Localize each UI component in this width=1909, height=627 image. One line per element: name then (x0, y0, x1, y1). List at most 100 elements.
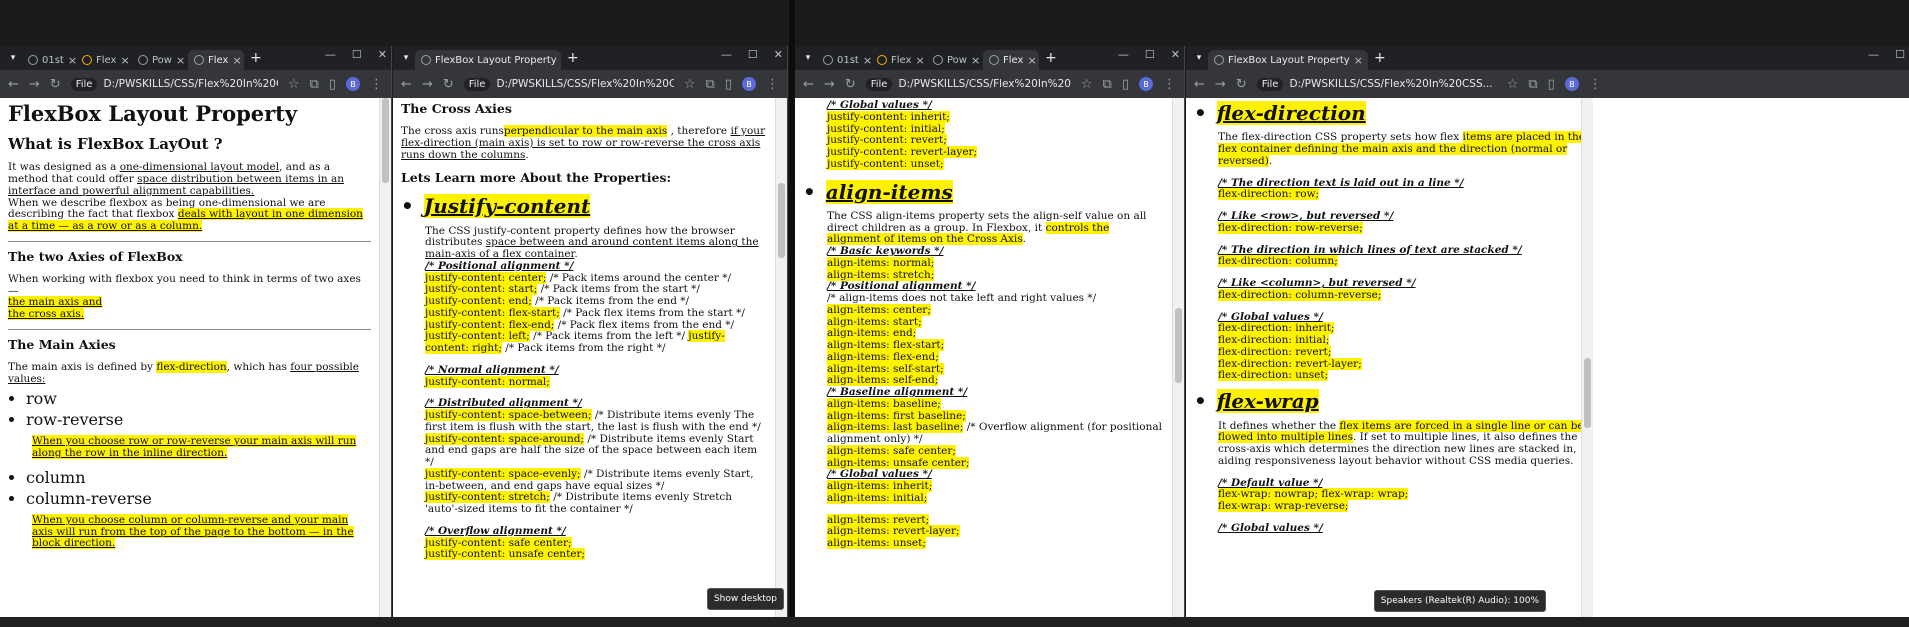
file-chip[interactable]: File (463, 77, 491, 91)
bookmark-star-icon[interactable]: ☆ (1081, 77, 1093, 92)
file-chip[interactable]: File (1256, 77, 1284, 91)
tab-2[interactable]: Flex × (871, 50, 927, 70)
browser-window-3: ▾ 01st× Flex× Pow× Flex× + — ☐ ✕ ← → ↻ Fil… (795, 46, 1185, 617)
tab-4[interactable]: Flex × (983, 50, 1039, 70)
profile-avatar[interactable]: B (1564, 77, 1579, 91)
maximize-button[interactable]: ☐ (1145, 48, 1155, 61)
new-tab-button[interactable]: + (1368, 50, 1392, 66)
back-icon[interactable]: ← (803, 77, 814, 92)
close-icon[interactable]: × (120, 54, 129, 67)
maximize-button[interactable]: ☐ (1895, 48, 1905, 61)
close-icon[interactable]: × (1027, 54, 1036, 67)
forward-icon[interactable]: → (824, 77, 835, 92)
code-line: flex-direction: row; (1218, 188, 1594, 201)
scroll-thumb[interactable] (1584, 358, 1591, 428)
minimize-button[interactable]: — (1868, 48, 1879, 61)
menu-icon[interactable]: ⋮ (1589, 77, 1602, 92)
section-heading: The Cross Axies (401, 101, 512, 116)
side-panel-icon[interactable]: ▯ (329, 77, 336, 92)
close-icon[interactable]: × (971, 54, 980, 67)
side-panel-icon[interactable]: ▯ (1548, 77, 1555, 92)
file-chip[interactable]: File (70, 77, 98, 91)
address-bar: ← → ↻ File D:/PWSKILLS/CSS/Flex%20In%20CS… (1186, 70, 1909, 98)
side-panel-icon[interactable]: ▯ (725, 77, 732, 92)
section-heading: The Main Axies (8, 336, 116, 352)
minimize-button[interactable]: — (721, 48, 732, 61)
close-icon[interactable]: × (232, 54, 241, 67)
text: /* Pack items from the start */ (537, 283, 700, 296)
tab-1[interactable]: FlexBox Layout Property× (1208, 50, 1368, 70)
scrollbar[interactable] (1172, 98, 1184, 617)
profile-avatar[interactable]: B (1139, 77, 1153, 91)
reload-icon[interactable]: ↻ (443, 77, 454, 92)
maximize-button[interactable]: ☐ (748, 48, 758, 61)
new-tab-button[interactable]: + (244, 50, 268, 66)
bookmark-star-icon[interactable]: ☆ (1507, 77, 1519, 92)
minimize-button[interactable]: — (325, 48, 336, 61)
forward-icon[interactable]: → (422, 77, 433, 92)
scroll-thumb[interactable] (382, 98, 389, 183)
tab-search-icon[interactable]: ▾ (4, 53, 22, 63)
url-field[interactable]: File D:/PWSKILLS/CSS/Flex%20In%20CSS... (1256, 77, 1497, 91)
tab-3[interactable]: Pow × (132, 50, 188, 70)
reload-icon[interactable]: ↻ (50, 77, 61, 92)
maximize-button[interactable]: ☐ (352, 48, 362, 61)
reload-icon[interactable]: ↻ (845, 77, 856, 92)
tab-strip: ▾ 01st× Flex× Pow× Flex× + — ☐ ✕ (795, 46, 1184, 70)
close-window-button[interactable]: ✕ (774, 48, 783, 61)
tab-3[interactable]: Pow × (927, 50, 983, 70)
menu-icon[interactable]: ⋮ (766, 77, 779, 92)
forward-icon[interactable]: → (29, 77, 40, 92)
tab-4[interactable]: Flex × (188, 50, 244, 70)
close-icon[interactable]: × (1354, 54, 1363, 67)
forward-icon[interactable]: → (1215, 77, 1226, 92)
bookmark-star-icon[interactable]: ☆ (684, 77, 696, 92)
close-window-button[interactable]: ✕ (1171, 48, 1180, 61)
list-item: column-reverse (26, 489, 371, 509)
extensions-icon[interactable]: ⧉ (310, 77, 319, 92)
extensions-icon[interactable]: ⧉ (706, 77, 715, 92)
extensions-icon[interactable]: ⧉ (1528, 77, 1537, 92)
tab-search-icon[interactable]: ▾ (397, 53, 415, 63)
profile-avatar[interactable]: B (346, 77, 360, 91)
reload-icon[interactable]: ↻ (1236, 77, 1247, 92)
close-icon[interactable]: × (915, 54, 924, 67)
globe-icon (138, 55, 148, 65)
new-tab-button[interactable]: + (561, 50, 585, 66)
scrollbar[interactable] (379, 98, 391, 617)
tab-search-icon[interactable]: ▾ (799, 53, 817, 63)
scrollbar[interactable] (775, 98, 787, 617)
tab-1[interactable]: FlexBox Layout Property× (415, 50, 561, 70)
url-field[interactable]: File D:/PWSKILLS/CSS/Flex%20In%20CSS... (865, 77, 1071, 91)
code-comment: /* Overflow alignment */ (425, 524, 566, 537)
tab-2[interactable]: Flex × (76, 50, 132, 70)
close-window-button[interactable]: ✕ (378, 48, 387, 61)
scroll-thumb[interactable] (778, 183, 785, 258)
minimize-button[interactable]: — (1118, 48, 1129, 61)
menu-icon[interactable]: ⋮ (1163, 77, 1176, 92)
close-icon[interactable]: × (68, 54, 76, 67)
close-icon[interactable]: × (863, 54, 871, 67)
url-field[interactable]: File D:/PWSKILLS/CSS/Flex%20In%20CSS... (463, 77, 674, 91)
bookmark-star-icon[interactable]: ☆ (288, 77, 300, 92)
list-item: row (26, 389, 371, 409)
menu-icon[interactable]: ⋮ (370, 77, 383, 92)
text: /* Pack items around the center */ (546, 271, 731, 284)
extensions-icon[interactable]: ⧉ (1103, 77, 1112, 92)
back-icon[interactable]: ← (401, 77, 412, 92)
url-field[interactable]: File D:/PWSKILLS/CSS/Flex%20In%20CSS... (70, 77, 278, 91)
tab-1[interactable]: 01st × (817, 50, 871, 70)
scroll-thumb[interactable] (1175, 308, 1182, 383)
tab-search-icon[interactable]: ▾ (1190, 53, 1208, 63)
tab-1[interactable]: 01st × (22, 50, 76, 70)
back-icon[interactable]: ← (8, 77, 19, 92)
new-tab-button[interactable]: + (1039, 50, 1063, 66)
highlight: flex-direction (156, 360, 227, 373)
close-icon[interactable]: × (176, 54, 185, 67)
profile-avatar[interactable]: B (742, 77, 756, 91)
side-panel-icon[interactable]: ▯ (1122, 77, 1129, 92)
highlight: align-items: unset; (827, 537, 926, 550)
file-chip[interactable]: File (865, 77, 893, 91)
scrollbar[interactable] (1581, 98, 1593, 617)
back-icon[interactable]: ← (1194, 77, 1205, 92)
